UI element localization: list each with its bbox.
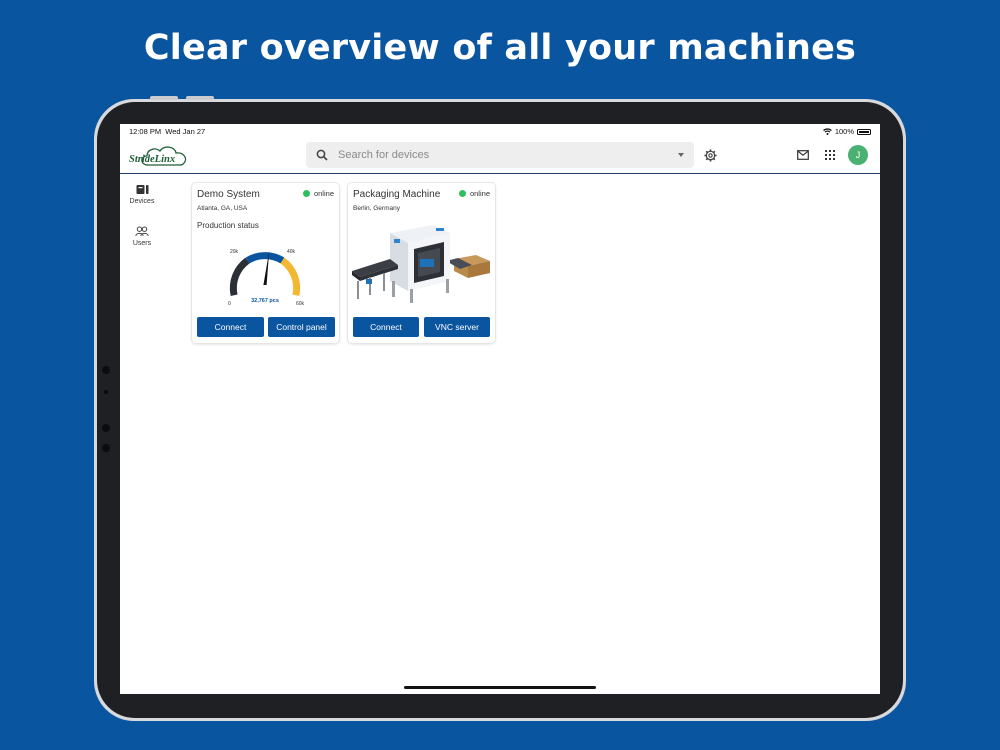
- device-name[interactable]: Demo System: [197, 189, 260, 200]
- status-badge: online: [458, 189, 490, 198]
- app-bar: StrideLinx Search for devices J: [120, 138, 880, 174]
- sidebar-item-users[interactable]: Users: [120, 226, 164, 247]
- sidebar-item-label: Users: [132, 240, 152, 247]
- device-location: Berlin, Germany: [353, 205, 400, 212]
- device-name[interactable]: Packaging Machine: [353, 189, 440, 200]
- gauge-tick-label: 60k: [296, 301, 305, 305]
- headline: Clear overview of all your machines: [143, 28, 857, 68]
- battery-icon: [857, 128, 871, 135]
- sidebar-item-label: Devices: [129, 198, 155, 205]
- status-text: online: [313, 189, 334, 198]
- vnc-server-button[interactable]: VNC server: [424, 317, 490, 337]
- tablet-top-button: [150, 96, 178, 100]
- tablet-top-button: [186, 96, 214, 100]
- stridelinx-logo[interactable]: StrideLinx: [128, 142, 192, 170]
- gauge-value-label: 32,767 pcs: [251, 298, 279, 304]
- gauge-tick-label: 20k: [230, 249, 239, 255]
- connect-button[interactable]: Connect: [353, 317, 419, 337]
- control-panel-button[interactable]: Control panel: [268, 317, 335, 337]
- widget-title: Production status: [197, 221, 259, 230]
- gauge-segment-low: [229, 257, 250, 297]
- gauge-tick-label: 0: [228, 301, 231, 305]
- wifi-icon: [822, 128, 832, 135]
- users-icon: [135, 226, 149, 237]
- status-text: online: [469, 189, 490, 198]
- mail-icon[interactable]: [797, 150, 809, 160]
- home-indicator[interactable]: [404, 686, 596, 689]
- status-indicators: 100%: [822, 127, 871, 136]
- chevron-down-icon[interactable]: [678, 153, 684, 157]
- device-location: Atlanta, GA, USA: [197, 205, 248, 212]
- battery-percent: 100%: [834, 127, 854, 136]
- camera-dot: [102, 366, 110, 374]
- connect-button[interactable]: Connect: [197, 317, 264, 337]
- device-card-demo-system[interactable]: Demo System online Atlanta, GA, USA Prod…: [192, 183, 339, 343]
- camera-dot: [102, 424, 110, 432]
- machine-image: [352, 225, 490, 303]
- device-search[interactable]: [306, 142, 694, 168]
- ios-status-bar: 12:08 PM Wed Jan 27 100%: [120, 124, 880, 138]
- search-input[interactable]: [338, 146, 668, 164]
- devices-icon: [136, 185, 148, 194]
- device-card-packaging-machine[interactable]: Packaging Machine online Berlin, Germany: [348, 183, 495, 343]
- camera-dot: [104, 390, 108, 394]
- status-badge: online: [302, 189, 334, 198]
- gauge-segment-mid: [245, 252, 285, 264]
- online-status-dot: [302, 190, 310, 197]
- gauge-segment-high: [280, 257, 301, 297]
- gear-icon[interactable]: [704, 149, 717, 162]
- search-icon: [316, 149, 328, 161]
- status-time: 12:08 PM Wed Jan 27: [129, 127, 206, 136]
- camera-dot: [102, 444, 110, 452]
- app-screen: 12:08 PM Wed Jan 27 100% StrideLinx Sear…: [120, 124, 880, 694]
- production-gauge: 0 20k 40k 60k 32,767 pcs: [228, 249, 305, 305]
- gauge-tick-label: 40k: [287, 249, 296, 255]
- logo-text: StrideLinx: [129, 154, 175, 165]
- sidebar-item-devices[interactable]: Devices: [120, 184, 164, 205]
- online-status-dot: [458, 190, 466, 197]
- avatar[interactable]: J: [848, 145, 868, 165]
- apps-grid-icon[interactable]: [824, 149, 836, 161]
